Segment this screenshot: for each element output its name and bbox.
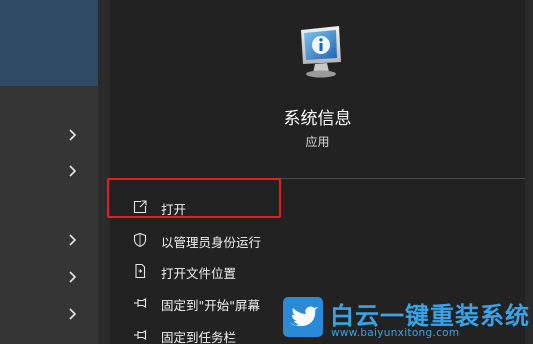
pin-icon — [132, 327, 148, 343]
chevron-right-icon[interactable] — [66, 307, 80, 321]
chevron-right-icon[interactable] — [66, 128, 80, 142]
bird-logo-icon — [282, 296, 324, 338]
file-location-icon — [132, 263, 148, 279]
watermark: 白云一键重装系统 www.baiyunxitong.com — [282, 296, 530, 340]
menu-item-open-file-location[interactable]: 打开文件位置 — [110, 256, 525, 286]
chevron-right-icon[interactable] — [66, 233, 80, 247]
watermark-brand: 白云一键重装系统 — [330, 302, 530, 330]
watermark-url: www.baiyunxitong.com — [331, 327, 460, 339]
pin-icon — [132, 295, 148, 311]
system-information-icon — [295, 24, 345, 80]
annotation-highlight-box — [107, 178, 281, 218]
panel-gap — [98, 0, 110, 344]
left-sidebar — [0, 0, 98, 344]
start-menu-context: 系统信息 应用 打开 以管理员身份运行 打开文件位置 固定到"开始"屏幕 固定到… — [0, 0, 533, 344]
app-title: 系统信息 — [283, 109, 352, 129]
right-edge — [525, 0, 533, 344]
menu-item-label: 以管理员身份运行 — [161, 235, 262, 250]
app-details-panel: 系统信息 应用 打开 以管理员身份运行 打开文件位置 固定到"开始"屏幕 固定到… — [107, 0, 525, 344]
shield-icon — [132, 232, 148, 248]
menu-item-run-as-admin[interactable]: 以管理员身份运行 — [110, 225, 525, 255]
menu-item-label: 固定到任务栏 — [161, 330, 237, 344]
menu-item-label: 打开文件位置 — [161, 266, 237, 281]
selected-sidebar-item[interactable] — [0, 0, 98, 86]
chevron-right-icon[interactable] — [66, 270, 80, 284]
menu-item-label: 固定到"开始"屏幕 — [161, 298, 260, 313]
chevron-right-icon[interactable] — [66, 164, 80, 178]
app-subtitle: 应用 — [305, 135, 330, 149]
